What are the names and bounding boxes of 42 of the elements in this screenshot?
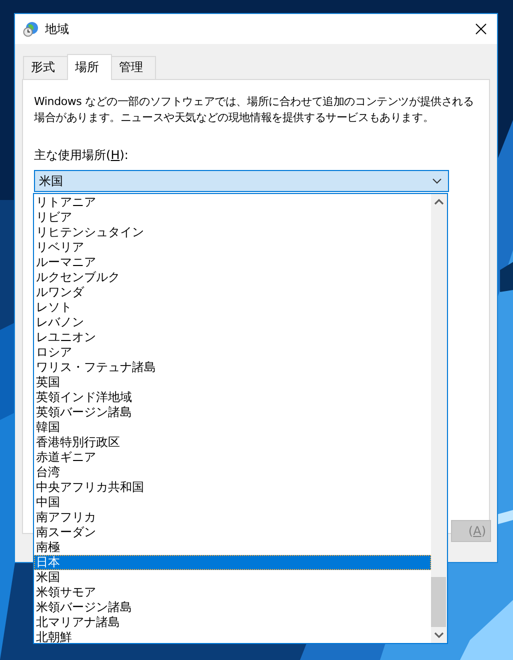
list-item[interactable]: ルワンダ — [34, 285, 431, 300]
list-item[interactable]: 米国 — [34, 570, 431, 585]
list-item[interactable]: 英領バージン諸島 — [34, 405, 431, 420]
list-item[interactable]: 北朝鮮 — [34, 630, 431, 645]
list-item[interactable]: リヒテンシュタイン — [34, 225, 431, 240]
chevron-down-icon[interactable] — [432, 178, 442, 184]
window-title: 地域 — [45, 20, 70, 38]
list-item[interactable]: 赤道ギニア — [34, 450, 431, 465]
list-item[interactable]: 北マリアナ諸島 — [34, 615, 431, 630]
list-item[interactable]: ルーマニア — [34, 255, 431, 270]
list-item[interactable]: 米領サモア — [34, 585, 431, 600]
list-item[interactable]: 香港特別行政区 — [34, 435, 431, 450]
list-item[interactable]: 韓国 — [34, 420, 431, 435]
list-item[interactable]: リベリア — [34, 240, 431, 255]
tab[interactable]: 場所 — [67, 54, 112, 80]
location-label: 主な使用場所(H): — [34, 148, 128, 163]
tab[interactable]: 管理 — [111, 56, 156, 79]
list-item[interactable]: リビア — [34, 210, 431, 225]
list-item[interactable]: 台湾 — [34, 465, 431, 480]
list-item[interactable]: レソト — [34, 300, 431, 315]
location-combo[interactable]: 米国 — [34, 170, 449, 192]
list-item[interactable]: ワリス・フテュナ諸島 — [34, 360, 431, 375]
list-item[interactable]: リトアニア — [34, 195, 431, 210]
close-icon[interactable] — [475, 23, 487, 35]
list-item[interactable]: ルクセンブルク — [34, 270, 431, 285]
list-item[interactable]: レバノン — [34, 315, 431, 330]
list-item[interactable]: 英国 — [34, 375, 431, 390]
description-text: Windows などの一部のソフトウェアでは、場所に合わせて追加のコンテンツが提供される場合があります。ニュースや天気などの現地情報を提供するサービスもあります。 — [34, 94, 475, 126]
tab[interactable]: 形式 — [23, 56, 68, 79]
list-item[interactable]: 南極 — [34, 540, 431, 555]
list-item[interactable]: ロシア — [34, 345, 431, 360]
list-item[interactable]: 米領バージン諸島 — [34, 600, 431, 615]
list-item[interactable]: 中国 — [34, 495, 431, 510]
list-item[interactable]: 中央アフリカ共和国 — [34, 480, 431, 495]
list-item[interactable]: 英領インド洋地域 — [34, 390, 431, 405]
scrollbar[interactable] — [431, 194, 447, 643]
list-item[interactable]: レユニオン — [34, 330, 431, 345]
globe-clock-icon — [23, 21, 39, 37]
list-item[interactable]: 南スーダン — [34, 525, 431, 540]
list-item[interactable]: 南アフリカ — [34, 510, 431, 525]
scrollbar-thumb[interactable] — [431, 577, 446, 627]
list-item[interactable]: 日本 — [34, 555, 431, 570]
